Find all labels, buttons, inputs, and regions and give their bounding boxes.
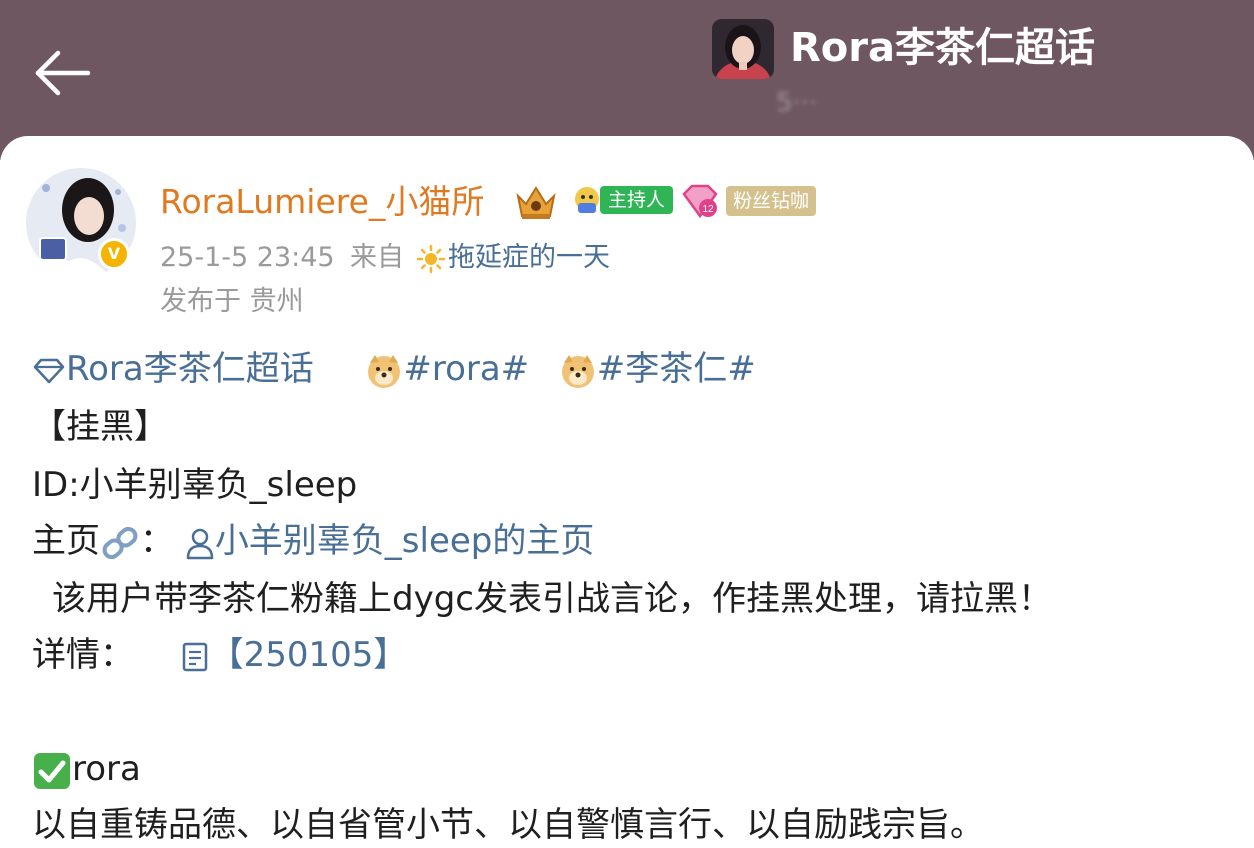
hashtag-rora[interactable]: #rora# xyxy=(403,349,529,389)
hashtag-name[interactable]: #李茶仁# xyxy=(597,349,756,389)
document-icon xyxy=(182,642,207,671)
host-badge-icon xyxy=(575,187,599,213)
back-button[interactable] xyxy=(30,44,94,102)
topic-subtitle: 5··· xyxy=(776,88,818,118)
statement-text: 该用户带李茶仁粉籍上dygc发表引战言论，作挂黑处理，请拉黑！ xyxy=(52,579,1052,619)
sun-icon xyxy=(416,244,446,274)
fan-badge: 粉丝钻咖 xyxy=(726,186,817,216)
post-time: 25-1-5 23:45 xyxy=(160,242,335,273)
check-mark-emoji-icon xyxy=(34,752,70,789)
homepage-link[interactable]: 小羊别辜负_sleep的主页 xyxy=(185,521,594,561)
post-location: 发布于 贵州 xyxy=(160,286,304,317)
username[interactable]: RoraLumiere_小猫所 xyxy=(160,180,484,224)
details-label: 详情： xyxy=(32,635,134,675)
fan-level-number: 12 xyxy=(702,204,714,215)
details-link[interactable]: 【250105】 xyxy=(180,635,407,675)
topic-avatar[interactable] xyxy=(712,19,774,79)
homepage-colon: ： xyxy=(140,521,174,561)
source-prefix: 来自 xyxy=(350,242,404,273)
fan-level-diamond-icon: 12 xyxy=(682,184,718,219)
id-line: ID:小羊别辜负_sleep xyxy=(32,465,358,505)
person-icon xyxy=(186,528,214,559)
topic-title: Rora李茶仁超话 xyxy=(790,25,1095,71)
crown-badge-icon xyxy=(516,186,556,219)
homepage-label: 主页 xyxy=(32,521,100,561)
post-heading: 【挂黑】 xyxy=(32,407,168,447)
rora-line: rora xyxy=(32,746,141,792)
homepage-line: 主页 ： 小羊别辜负_sleep的主页 xyxy=(32,518,594,564)
diamond-icon xyxy=(33,358,65,383)
back-arrow-icon xyxy=(35,50,91,96)
host-badge: 主持人 xyxy=(600,186,674,214)
doge-emoji-icon xyxy=(561,354,594,388)
verified-badge-icon: V xyxy=(98,238,130,270)
doge-emoji-icon xyxy=(368,354,401,388)
details-line: 详情： 【250105】 xyxy=(32,632,407,678)
topic-link[interactable]: Rora李茶仁超话 xyxy=(32,349,325,389)
tags-line: Rora李茶仁超话 #rora# #李茶仁# xyxy=(32,346,756,392)
source-link[interactable]: 拖延症的一天 xyxy=(448,240,610,276)
link-emoji-icon xyxy=(102,526,138,559)
motto-text: 以自重铸品德、以自省管小节、以自警慎言行、以自励践宗旨。 xyxy=(32,805,984,845)
